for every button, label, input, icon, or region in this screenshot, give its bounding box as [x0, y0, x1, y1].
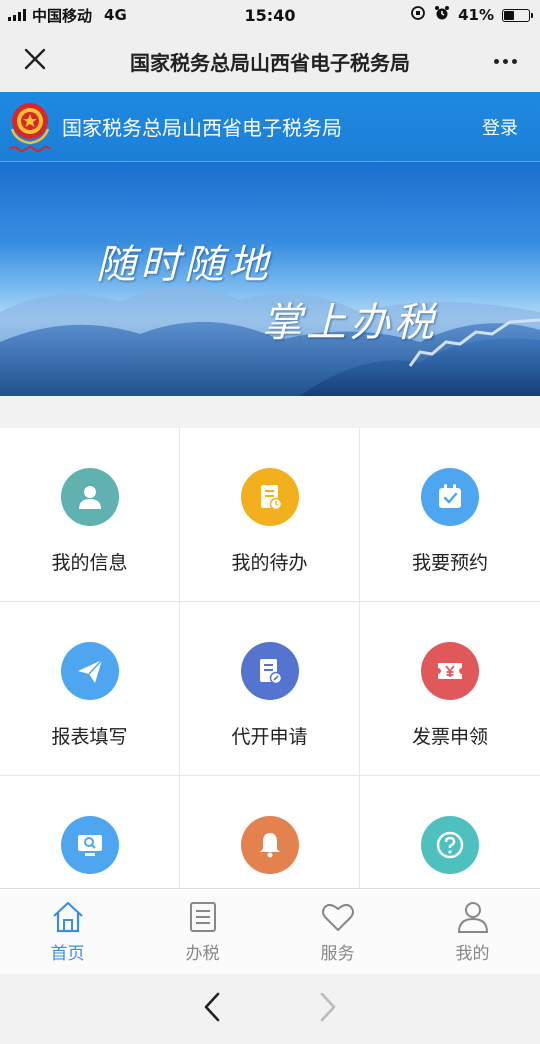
- more-button[interactable]: [470, 30, 540, 92]
- heart-icon: [321, 903, 354, 931]
- network-label: 4G: [104, 6, 127, 24]
- battery-percent: 41%: [458, 6, 494, 24]
- status-left: 中国移动 4G: [0, 5, 200, 26]
- forward-button[interactable]: [316, 990, 340, 1028]
- circle-appointment: [421, 468, 479, 526]
- feature-grid: 我的信息 我的待办 我要预约 报表填写 代开申请 发票申领: [0, 428, 540, 888]
- login-button[interactable]: 登录: [482, 114, 540, 140]
- tab-tax[interactable]: 办税: [135, 889, 270, 974]
- grid-item-label: 我的信息: [51, 552, 128, 574]
- list-icon: [189, 902, 216, 932]
- grid-item-label: 发票申领: [411, 726, 488, 748]
- paper-plane-icon: [77, 659, 103, 683]
- grid-item-label: 代开申请: [231, 726, 308, 748]
- site-header: 国家税务总局山西省电子税务局 登录: [0, 92, 540, 162]
- grid-item-query[interactable]: [0, 776, 180, 888]
- circle-notice: [240, 816, 299, 874]
- chevron-left-icon: [204, 992, 220, 1022]
- tab-service[interactable]: 服务: [270, 889, 405, 974]
- carrier-label: 中国移动: [32, 6, 93, 25]
- circle-help: [421, 816, 479, 874]
- alarm-icon: [434, 5, 450, 25]
- close-icon: [23, 47, 47, 75]
- grid-item-report-fill[interactable]: 报表填写: [0, 602, 180, 776]
- status-bar: 中国移动 4G 15:40 41%: [0, 0, 540, 30]
- hero-banner: 随时随地 掌上办税: [0, 162, 540, 396]
- tab-label: 我的: [455, 944, 490, 964]
- bottom-tab-bar: 首页 办税 服务 我的: [0, 888, 540, 974]
- circle-report: [60, 642, 119, 700]
- tab-mine[interactable]: 我的: [405, 889, 540, 974]
- grid-item-proxy-application[interactable]: 代开申请: [180, 602, 360, 776]
- more-dot: [511, 58, 517, 64]
- circle-query: [60, 816, 119, 874]
- grid-item-label: 报表填写: [51, 726, 128, 748]
- browser-nav-bar: [0, 974, 540, 1044]
- person-icon: [457, 902, 488, 933]
- clock: 15:40: [244, 5, 296, 25]
- grid-item-notice[interactable]: [180, 776, 360, 888]
- close-button[interactable]: [0, 30, 70, 92]
- invoice-yen-icon: [438, 663, 462, 679]
- monitor-search-icon: [77, 835, 102, 856]
- more-dot: [502, 58, 508, 64]
- circle-invoice: [421, 642, 479, 700]
- orientation-lock-icon: [410, 5, 426, 25]
- grid-item-my-info[interactable]: 我的信息: [0, 428, 180, 602]
- grid-item-my-todo[interactable]: 我的待办: [180, 428, 360, 602]
- calendar-check-icon: [439, 484, 461, 508]
- status-right: 41%: [340, 5, 540, 25]
- more-dot: [493, 58, 499, 64]
- chevron-right-icon: [320, 992, 336, 1022]
- back-button[interactable]: [200, 990, 224, 1028]
- tab-label: 首页: [50, 944, 85, 964]
- user-icon: [78, 486, 101, 509]
- grid-item-appointment[interactable]: 我要预约: [360, 428, 540, 602]
- grid-item-label: 我的待办: [231, 552, 308, 574]
- battery-icon: [502, 8, 533, 22]
- page-title: 国家税务总局山西省电子税务局: [130, 50, 410, 75]
- banner-slogan-line1: 随时随地: [96, 242, 272, 288]
- signal-icon: [8, 9, 26, 21]
- tab-label: 服务: [320, 944, 355, 964]
- title-bar: 国家税务总局山西省电子税务局: [0, 30, 540, 92]
- header-title: 国家税务总局山西省电子税务局: [62, 116, 342, 140]
- home-icon: [52, 901, 83, 933]
- tab-home[interactable]: 首页: [0, 889, 135, 974]
- help-icon: [436, 831, 464, 859]
- grid-item-invoice-apply[interactable]: 发票申领: [360, 602, 540, 776]
- tab-label: 办税: [185, 944, 220, 964]
- bell-icon: [259, 833, 280, 858]
- circle-todo: [240, 468, 299, 526]
- document-clock-icon: [260, 485, 282, 511]
- grid-item-help[interactable]: [360, 776, 540, 888]
- document-edit-icon: [259, 659, 282, 685]
- grid-item-label: 我要预约: [411, 552, 488, 574]
- banner-slogan-line2: 掌上办税: [262, 300, 438, 346]
- circle-user: [60, 468, 119, 526]
- national-emblem-logo: [0, 96, 60, 158]
- circle-proxy: [240, 642, 299, 700]
